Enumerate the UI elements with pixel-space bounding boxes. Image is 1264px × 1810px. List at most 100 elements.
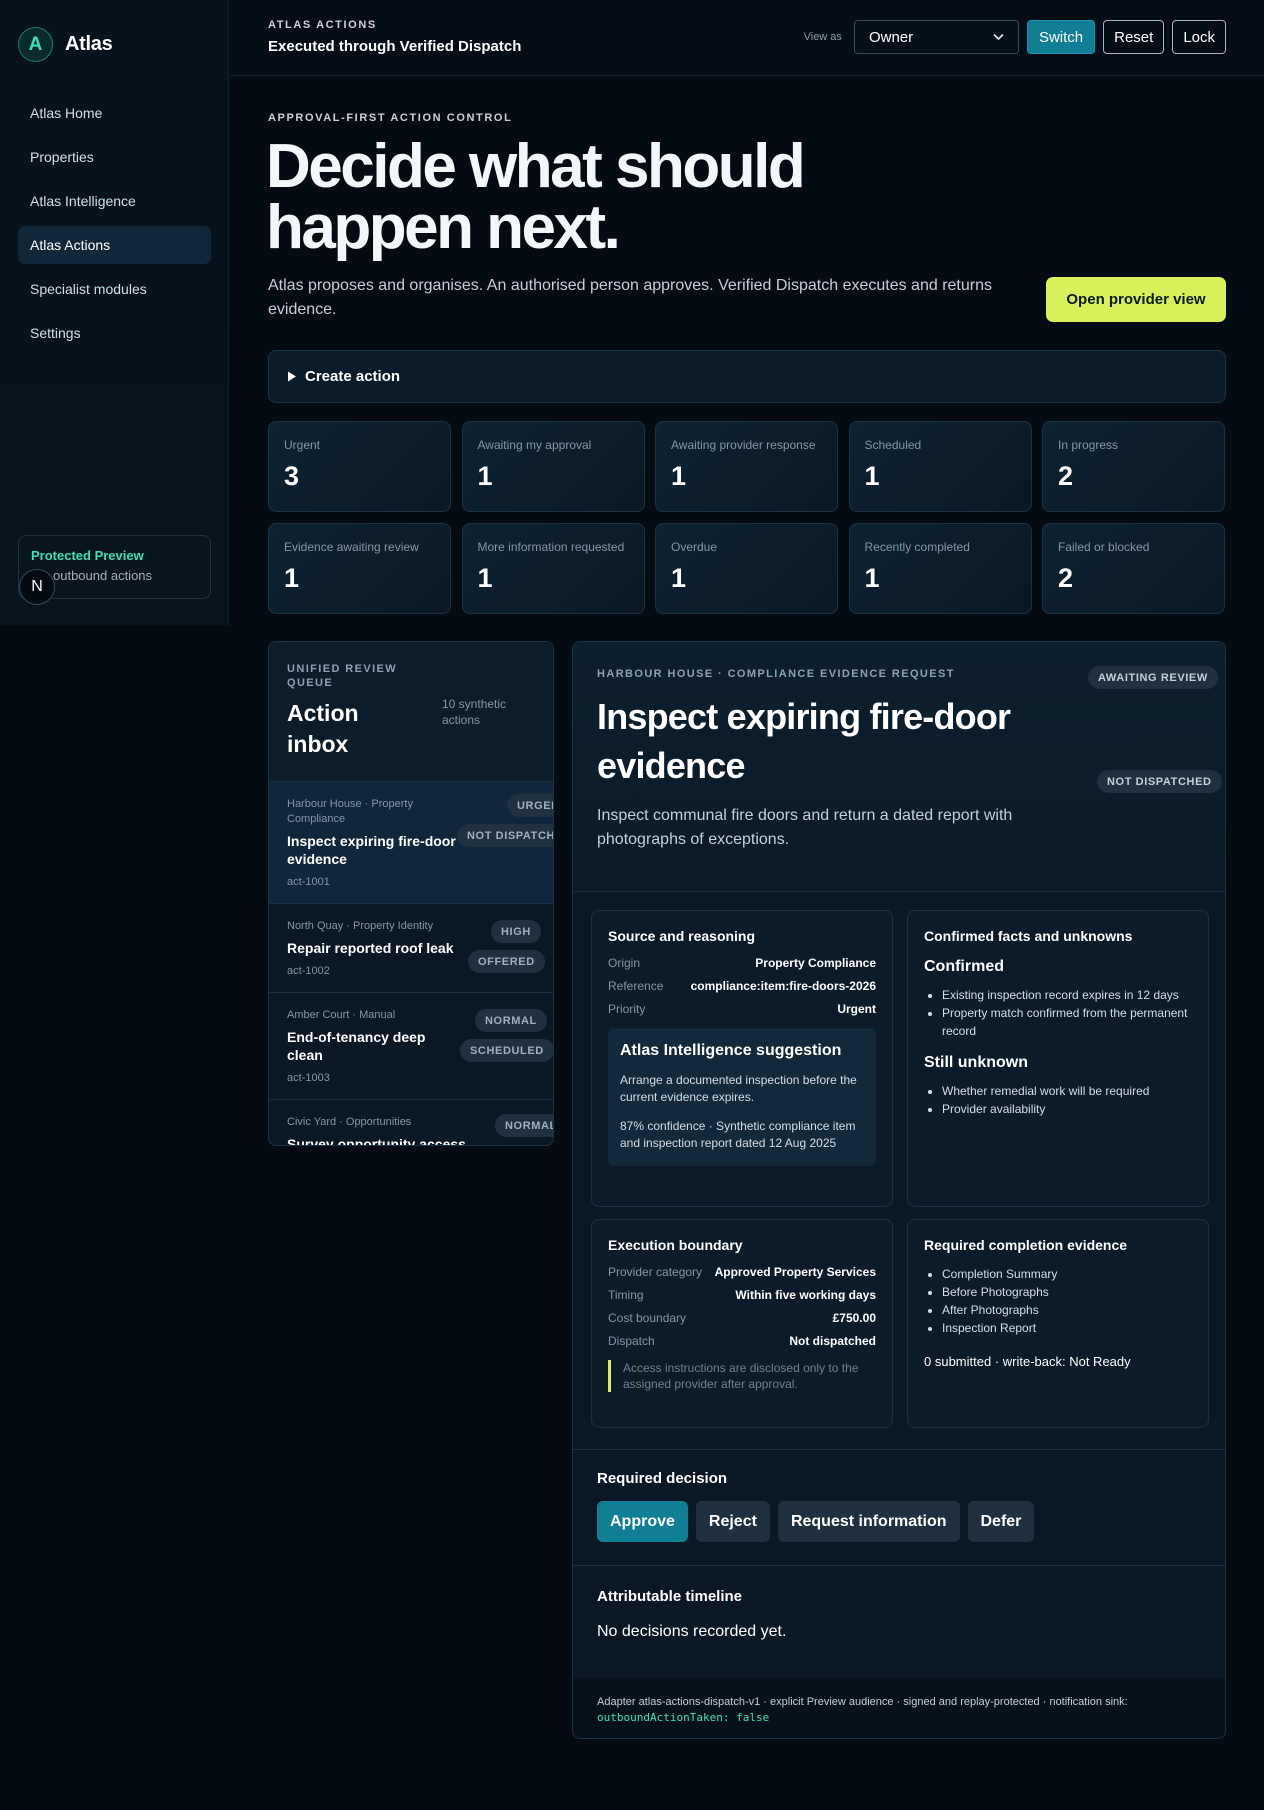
priority-badge: URGENT	[507, 794, 553, 817]
brand-name: Atlas	[65, 33, 113, 55]
kv-row: Origin Property Compliance	[608, 956, 876, 970]
request-information-button[interactable]: Request information	[777, 1501, 960, 1542]
list-item: Completion Summary	[942, 1265, 1192, 1283]
item-id: act-1001	[287, 876, 330, 888]
stat-value: 1	[477, 563, 493, 593]
sidebar-item-settings[interactable]: Settings	[18, 314, 211, 352]
stat-value: 1	[671, 563, 687, 593]
defer-button[interactable]: Defer	[967, 1501, 1035, 1542]
sidebar: A Atlas Atlas Home Properties Atlas Inte…	[0, 0, 229, 625]
stat-card-scheduled[interactable]: Scheduled 1	[848, 421, 1032, 512]
stat-card-urgent[interactable]: Urgent 3	[268, 421, 451, 512]
kv-row: Reference compliance:item:fire-doors-2026	[608, 979, 876, 993]
stat-card-more-info[interactable]: More information requested 1	[461, 523, 645, 614]
timeline-empty-text: No decisions recorded yet.	[597, 1623, 787, 1640]
inbox-eyebrow: UNIFIED REVIEW QUEUE	[287, 663, 398, 689]
brand[interactable]: A Atlas	[18, 27, 113, 62]
list-item: Whether remedial work will be required	[942, 1082, 1192, 1100]
stat-card-overdue[interactable]: Overdue 1	[655, 523, 838, 614]
stat-label: Urgent	[284, 438, 321, 452]
action-inbox: UNIFIED REVIEW QUEUE Action inbox 10 syn…	[268, 641, 554, 1146]
switch-button[interactable]: Switch	[1026, 20, 1096, 54]
priority-badge: NORMAL	[495, 1114, 553, 1137]
detail-eyebrow: HARBOUR HOUSE · COMPLIANCE EVIDENCE REQU…	[597, 668, 955, 680]
list-item[interactable]: North Quay · Property Identity Repair re…	[269, 904, 553, 993]
status-badge: NOT DISPATCHED	[457, 824, 553, 847]
atlas-logo-icon: A	[18, 27, 53, 62]
item-title: Survey opportunity access	[287, 1136, 466, 1146]
stat-card-in-progress[interactable]: In progress 2	[1042, 421, 1225, 512]
stat-label: Failed or blocked	[1058, 540, 1150, 554]
stat-card-awaiting-provider[interactable]: Awaiting provider response 1	[655, 421, 838, 512]
list-item: Before Photographs	[942, 1283, 1192, 1301]
card-heading: Execution boundary	[608, 1237, 743, 1253]
detail-header: HARBOUR HOUSE · COMPLIANCE EVIDENCE REQU…	[573, 642, 1225, 892]
kv-key: Reference	[608, 979, 664, 993]
unknown-heading: Still unknown	[924, 1054, 1028, 1071]
stat-value: 2	[1058, 563, 1074, 593]
inbox-header: UNIFIED REVIEW QUEUE Action inbox 10 syn…	[269, 642, 553, 782]
inbox-count: 10 synthetic actions	[442, 697, 507, 727]
item-meta: Harbour House · Property Compliance	[287, 798, 413, 825]
stat-label: Evidence awaiting review	[284, 540, 419, 554]
stat-card-evidence-review[interactable]: Evidence awaiting review 1	[268, 523, 451, 614]
stat-card-awaiting-approval[interactable]: Awaiting my approval 1	[461, 421, 645, 512]
view-as-value: Owner	[868, 28, 914, 46]
stat-card-failed-blocked[interactable]: Failed or blocked 2	[1042, 523, 1225, 614]
sidebar-item-specialist-modules[interactable]: Specialist modules	[18, 270, 211, 308]
chevron-down-icon	[993, 33, 1004, 41]
create-action-toggle[interactable]: Create action	[268, 350, 1226, 403]
open-provider-view-button[interactable]: Open provider view	[1046, 277, 1226, 322]
reject-button[interactable]: Reject	[695, 1501, 770, 1542]
list-item: Inspection Report	[942, 1319, 1192, 1337]
stat-card-recently-completed[interactable]: Recently completed 1	[848, 523, 1032, 614]
priority-badge: NORMAL	[475, 1009, 547, 1032]
priority-badge: HIGH	[491, 920, 541, 943]
suggestion-title: Atlas Intelligence suggestion	[620, 1042, 842, 1059]
approve-button[interactable]: Approve	[597, 1501, 688, 1542]
stat-label: More information requested	[477, 540, 625, 554]
status-badge: AWAITING REVIEW	[1088, 666, 1218, 689]
reset-button[interactable]: Reset	[1103, 20, 1165, 54]
top-bar: ATLAS ACTIONS Executed through Verified …	[230, 0, 1264, 76]
sidebar-item-atlas-home[interactable]: Atlas Home	[18, 94, 211, 132]
view-as-select[interactable]: Owner	[853, 20, 1019, 54]
sidebar-item-atlas-actions[interactable]: Atlas Actions	[18, 226, 211, 264]
stat-value: 1	[864, 563, 880, 593]
sidebar-item-properties[interactable]: Properties	[18, 138, 211, 176]
lock-button[interactable]: Lock	[1172, 20, 1226, 54]
view-as-label: View as	[803, 31, 842, 43]
sidebar-item-atlas-intelligence[interactable]: Atlas Intelligence	[18, 182, 211, 220]
list-item: Existing inspection record expires in 12…	[942, 986, 1192, 1004]
item-meta: Amber Court · Manual	[287, 1009, 396, 1021]
sidebar-nav: Atlas Home Properties Atlas Intelligence…	[18, 94, 211, 358]
decision-heading: Required decision	[597, 1470, 728, 1487]
stat-value: 3	[284, 461, 300, 491]
stat-label: In progress	[1058, 438, 1119, 452]
adapter-footer: Adapter atlas-actions-dispatch-v1 · expl…	[573, 1678, 1225, 1738]
item-meta: North Quay · Property Identity	[287, 920, 434, 932]
stat-label: Awaiting provider response	[671, 438, 816, 452]
page-title: Decide what should happen next.	[266, 132, 806, 262]
card-heading: Confirmed facts and unknowns	[924, 928, 1133, 944]
kv-value: Not dispatched	[789, 1334, 876, 1348]
footer-code: outboundActionTaken: false	[597, 1711, 770, 1724]
action-detail: HARBOUR HOUSE · COMPLIANCE EVIDENCE REQU…	[572, 641, 1226, 1739]
kv-row: Cost boundary £750.00	[608, 1311, 876, 1325]
stat-value: 1	[864, 461, 880, 491]
timeline-section: Attributable timeline No decisions recor…	[573, 1565, 1225, 1678]
stat-value: 1	[671, 461, 687, 491]
evidence-list: Completion Summary Before Photographs Af…	[924, 1265, 1192, 1337]
intelligence-suggestion: Atlas Intelligence suggestion Arrange a …	[608, 1028, 876, 1166]
kv-value: Urgent	[837, 1002, 876, 1016]
dispatch-badge: NOT DISPATCHED	[1097, 770, 1222, 793]
stat-value: 2	[1058, 461, 1074, 491]
item-meta: Civic Yard · Opportunities	[287, 1116, 412, 1128]
stats-grid: Urgent 3 Awaiting my approval 1 Awaiting p…	[268, 421, 1226, 614]
list-item[interactable]: Amber Court · Manual End-of-tenancy deep…	[269, 993, 553, 1100]
list-item[interactable]: Civic Yard · Opportunities Survey opport…	[269, 1100, 553, 1146]
list-item[interactable]: Harbour House · Property Compliance Insp…	[269, 782, 553, 904]
kv-key: Provider category	[608, 1265, 703, 1279]
avatar[interactable]: N	[19, 569, 55, 605]
create-action-label: Create action	[305, 368, 401, 385]
